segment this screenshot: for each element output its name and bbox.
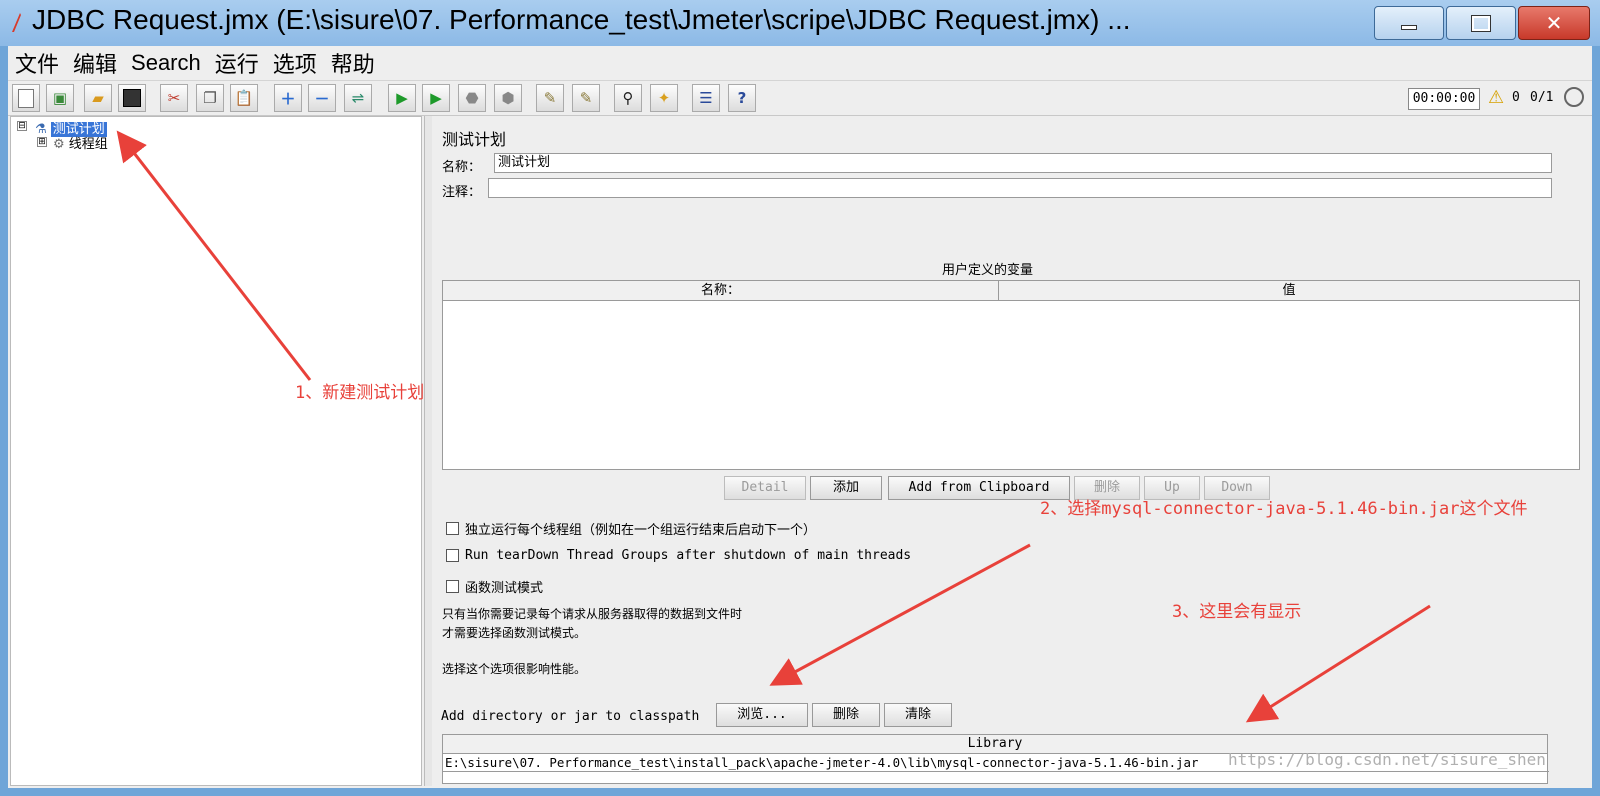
name-label: 名称： xyxy=(442,160,482,175)
add-button[interactable]: 添加 xyxy=(810,476,882,500)
collapse-icon[interactable]: － xyxy=(308,84,336,112)
serialize-label: 独立运行每个线程组（例如在一个组运行结束后启动下一个） xyxy=(465,523,817,538)
functional-note-line2: 才需要选择函数测试模式。 xyxy=(442,626,587,640)
test-tree-panel: ⊟ ⚗ 测试计划 ⊞ ⚙ 线程组 xyxy=(10,116,422,786)
tree-node-thread-group[interactable]: ⚙ 线程组 xyxy=(53,133,108,152)
toolbar: ▣ ▰ ✂ ❐ 📋 ＋ － ⇌ ▶ ▶ ⬣ ⬢ ✎ ✎ ⚲ ✦ ☰ ? 00:0… xyxy=(8,80,1592,116)
teardown-label: Run tearDown Thread Groups after shutdow… xyxy=(465,548,912,563)
clear-icon[interactable]: ✎ xyxy=(536,84,564,112)
classpath-clear-button[interactable]: 清除 xyxy=(884,703,952,727)
watermark: https://blog.csdn.net/sisure_shen xyxy=(1228,750,1546,769)
gear-icon: ⚙ xyxy=(53,137,65,152)
performance-note: 选择这个选项很影响性能。 xyxy=(442,662,587,676)
teardown-checkbox[interactable] xyxy=(446,549,459,562)
tree-root-expander[interactable]: ⊟ xyxy=(17,121,27,131)
warning-icon[interactable]: ⚠ xyxy=(1488,87,1504,108)
stop-icon[interactable]: ⬣ xyxy=(458,84,486,112)
annotation-step2: 2、选择mysql-connector-java-5.1.46-bin.jar这… xyxy=(1040,499,1528,519)
window-title: JDBC Request.jmx (E:\sisure\07. Performa… xyxy=(32,4,1131,35)
menu-bar: 文件 编辑 Search 运行 选项 帮助 xyxy=(8,46,1592,80)
active-thread-count: 0/1 xyxy=(1530,90,1554,105)
help-icon[interactable]: ? xyxy=(728,84,756,112)
cut-icon[interactable]: ✂ xyxy=(160,84,188,112)
menu-help[interactable]: 帮助 xyxy=(324,47,382,79)
menu-options[interactable]: 选项 xyxy=(266,47,324,79)
menu-edit[interactable]: 编辑 xyxy=(66,47,124,79)
elapsed-timer: 00:00:00 xyxy=(1408,88,1480,110)
section-title: 测试计划 xyxy=(442,130,507,149)
copy-icon[interactable]: ❐ xyxy=(196,84,224,112)
maximize-icon xyxy=(1471,14,1491,32)
error-count: 0 xyxy=(1512,90,1520,105)
functional-mode-checkbox[interactable] xyxy=(446,580,459,593)
close-button[interactable]: ✕ xyxy=(1518,6,1590,40)
paste-icon[interactable]: 📋 xyxy=(230,84,258,112)
search-icon[interactable]: ⚲ xyxy=(614,84,642,112)
remote-status-icon xyxy=(1564,87,1584,107)
function-helper-icon[interactable]: ☰ xyxy=(692,84,720,112)
teardown-option[interactable]: Run tearDown Thread Groups after shutdow… xyxy=(446,548,911,563)
user-vars-table[interactable]: 名称： 值 xyxy=(442,280,1580,470)
serialize-thread-groups-option[interactable]: 独立运行每个线程组（例如在一个组运行结束后启动下一个） xyxy=(446,519,816,538)
test-plan-editor: 测试计划 名称： 测试计划 注释： 用户定义的变量 名称： 值 Detail 添… xyxy=(432,116,1590,786)
templates-icon[interactable]: ▣ xyxy=(46,84,74,112)
detail-button[interactable]: Detail xyxy=(724,476,806,500)
toggle-icon[interactable]: ⇌ xyxy=(344,84,372,112)
save-icon[interactable] xyxy=(118,84,146,112)
minimize-icon xyxy=(1401,24,1417,30)
comment-field[interactable] xyxy=(488,178,1552,198)
col-name-header[interactable]: 名称： xyxy=(443,281,999,301)
open-icon[interactable]: ▰ xyxy=(84,84,112,112)
classpath-label: Add directory or jar to classpath xyxy=(441,709,700,724)
col-value-header[interactable]: 值 xyxy=(999,281,1579,301)
functional-mode-label: 函数测试模式 xyxy=(465,581,544,596)
annotation-step3: 3、这里会有显示 xyxy=(1172,602,1302,622)
serialize-checkbox[interactable] xyxy=(446,522,459,535)
clear-all-icon[interactable]: ✎ xyxy=(572,84,600,112)
name-field[interactable]: 测试计划 xyxy=(494,153,1552,173)
jmeter-feather-icon xyxy=(12,13,21,32)
start-icon[interactable]: ▶ xyxy=(388,84,416,112)
menu-file[interactable]: 文件 xyxy=(8,47,66,79)
close-icon: ✕ xyxy=(1545,11,1563,35)
vars-title: 用户定义的变量 xyxy=(942,263,1034,278)
client-area: 文件 编辑 Search 运行 选项 帮助 ▣ ▰ ✂ ❐ 📋 ＋ － ⇌ ▶ … xyxy=(8,46,1592,788)
annotation-step1: 1、新建测试计划 xyxy=(295,383,425,403)
minimize-button[interactable] xyxy=(1374,6,1444,40)
start-no-pause-icon[interactable]: ▶ xyxy=(422,84,450,112)
classpath-delete-button[interactable]: 删除 xyxy=(812,703,880,727)
functional-note-line1: 只有当你需要记录每个请求从服务器取得的数据到文件时 xyxy=(442,607,743,621)
shutdown-icon[interactable]: ⬢ xyxy=(494,84,522,112)
title-bar: JDBC Request.jmx (E:\sisure\07. Performa… xyxy=(0,0,1600,46)
reset-search-icon[interactable]: ✦ xyxy=(650,84,678,112)
flask-icon: ⚗ xyxy=(35,122,47,137)
menu-run[interactable]: 运行 xyxy=(208,47,266,79)
new-icon[interactable] xyxy=(12,84,40,112)
tree-node-label: 线程组 xyxy=(68,137,108,152)
expand-icon[interactable]: ＋ xyxy=(274,84,302,112)
browse-button[interactable]: 浏览... xyxy=(716,703,808,727)
comment-label: 注释： xyxy=(442,185,482,200)
app-window: JDBC Request.jmx (E:\sisure\07. Performa… xyxy=(0,0,1600,796)
menu-search[interactable]: Search xyxy=(124,50,208,76)
functional-mode-option[interactable]: 函数测试模式 xyxy=(446,577,543,596)
maximize-button[interactable] xyxy=(1446,6,1516,40)
tree-child-expander[interactable]: ⊞ xyxy=(37,137,47,147)
